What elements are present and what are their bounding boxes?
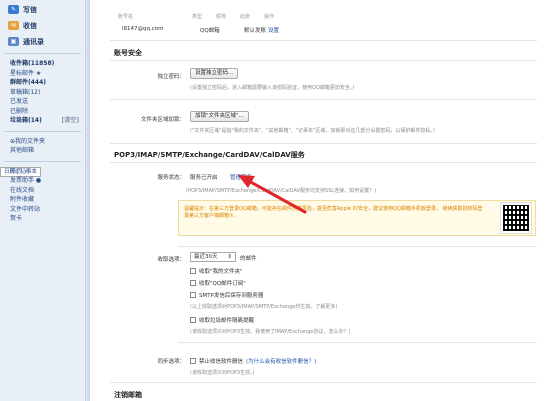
sidebar-item[interactable]: 垃圾箱(14) [清空] (0, 116, 85, 126)
sidebar-item-label: 贺卡 (10, 215, 23, 222)
divider (110, 382, 537, 383)
account-email: l8147@qq.com (122, 26, 164, 32)
sidebar-item[interactable]: 群邮件(444) (0, 78, 85, 88)
status-label: 服务状态： (157, 175, 185, 181)
folder-lock-button[interactable]: 加锁"文件夹区域"... (190, 111, 249, 122)
sync-note: (该收取选项只对POP3生效。) (190, 370, 255, 376)
sidebar-item[interactable]: 已删除 (0, 107, 85, 117)
envelope-icon: ✉ (8, 21, 19, 30)
divider (4, 160, 81, 162)
folder-lock-note: ("文件夹区域"是指"我的文件夹"、"其他邮箱"、"记事本"区域，加锁即对这几部… (190, 128, 435, 134)
col-default: 此账 (240, 14, 251, 20)
recv-suffix: 的邮件 (240, 256, 257, 262)
folder-lock-label: 文件夹区域加锁： (140, 117, 185, 123)
pwd-note: (设置独立密码后，进入邮箱需要输入该密码验证，使用QQ邮箱更加安全。) (190, 85, 355, 91)
sidebar-item[interactable]: 星标邮件 ★ (0, 69, 85, 79)
checkbox[interactable] (190, 268, 196, 274)
compose-button[interactable]: ✎ 写信 (8, 3, 81, 16)
pwd-label: 独立密码： (157, 74, 185, 80)
account-type: QQ邮箱 (200, 28, 220, 34)
sidebar-item[interactable]: 发票助手 ● (0, 176, 85, 186)
checkbox[interactable] (190, 292, 196, 298)
sidebar-item-label: 群邮件(444) (10, 79, 47, 86)
sidebar-item-label: 草稿箱(12) (10, 88, 41, 96)
sidebar-item-label: ⊕我的文件夹 (10, 137, 46, 145)
checkbox[interactable] (190, 280, 196, 286)
opt-my-folders[interactable]: 收取"我的文件夹" (190, 267, 243, 275)
pen-icon: ✎ (8, 5, 19, 14)
junk-note: (该收取选项只对POP3生效。我使用了IMAP/Exchange协议，怎么办？) (190, 329, 351, 335)
contacts-button[interactable]: ▣ 通讯录 (8, 35, 81, 48)
set-password-button[interactable]: 设置独立密码... (190, 68, 239, 79)
status-note: (POP3/IMAP/SMTP/Exchange/CardDAV/CalDAV服… (186, 188, 377, 194)
sidebar: ✎ 写信 ✉ 收信 ▣ 通讯录 收件箱(11858) 星标邮件 ★ 群邮件(444) 草稿箱… (0, 0, 86, 401)
sidebar-item-label: 已发送 (10, 98, 29, 105)
sidebar-item-label: 收件箱(11858) (10, 60, 55, 67)
accounts-header: 账号名 类型 昵称 此账 操作 (118, 13, 288, 20)
sidebar-item-label: 其他邮箱 (10, 147, 35, 154)
opt-junk[interactable]: 收取垃圾邮件隔离提醒 (190, 316, 254, 324)
opt-smtp-save[interactable]: SMTP发信后保存到服务器 (190, 291, 263, 299)
service-status: 服务已开启 (190, 175, 218, 181)
opt-qq-sub[interactable]: 收取"QQ邮件订阅" (190, 279, 246, 287)
logout-title: 注销邮箱 (114, 391, 142, 399)
sidebar-item[interactable]: 文件中转站 (0, 205, 85, 215)
sidebar-item-label: 发票助手 ● (10, 177, 42, 184)
manage-service-link[interactable]: 管理服务 (230, 173, 252, 181)
col-type: 类型 (192, 14, 203, 20)
divider (110, 40, 537, 41)
sidebar-item[interactable]: 已发送 (0, 97, 85, 107)
divider (4, 53, 81, 54)
qr-code (500, 202, 532, 234)
inbox-button[interactable]: ✉ 收信 (8, 19, 81, 32)
sidebar-item[interactable]: 草稿箱(12) (0, 88, 85, 98)
sidebar-item[interactable]: 附件收藏 (0, 195, 85, 205)
opts-note: (以上收取选项对POP3/IMAP/SMTP/Exchange均生效。了解更多) (190, 304, 338, 310)
opt-no-delete[interactable]: 禁止收信软件删信 (为什么会有收信软件删信？) (190, 357, 316, 365)
checkbox[interactable] (190, 317, 196, 323)
sidebar-item[interactable]: ⊕我的文件夹 (0, 137, 85, 147)
why-delete-link[interactable]: (为什么会有收信软件删信？) (246, 357, 316, 365)
sidebar-item[interactable]: 在线文档 (0, 186, 85, 196)
account-row: l8147@qq.com QQ邮箱 默认发账 设置 (118, 26, 279, 34)
sync-label: 同步选项： (157, 359, 185, 365)
sidebar-item-label: 在线文档 (10, 186, 35, 194)
recv-range-select[interactable]: 最近30天 ⇕ (190, 252, 236, 262)
sidebar-item[interactable]: 贺卡 (0, 214, 85, 224)
sidebar-item[interactable]: 简历 ✓ (0, 167, 85, 177)
sidebar-item[interactable]: 收件箱(11858) (0, 59, 85, 69)
sidebar-item-label: 文件中转站 (10, 205, 41, 213)
settings-panel: 账号名 类型 昵称 此账 操作 l8147@qq.com QQ邮箱 默认发账 设… (87, 0, 554, 401)
divider (178, 342, 537, 343)
divider (110, 143, 537, 144)
divider (110, 162, 537, 163)
warning-box: 温馨提示：在第三方登录QQ邮箱，可能存在邮件泄露风险，甚至危害Apple ID安… (178, 200, 536, 236)
col-account: 账号名 (118, 14, 134, 20)
divider (4, 130, 81, 132)
recv-label: 收取选项： (157, 257, 185, 263)
sidebar-item-label: 简历 ✓ (10, 167, 29, 175)
sidebar-item[interactable]: 其他邮箱 (0, 146, 85, 156)
recv-range-value: 最近30天 (194, 254, 218, 260)
divider (178, 246, 537, 247)
col-nick: 昵称 (216, 14, 227, 20)
account-settings-link[interactable]: 设置 (268, 26, 279, 34)
divider (110, 99, 537, 100)
sidebar-item-label: 垃圾箱(14) (10, 117, 42, 124)
col-action: 操作 (264, 14, 275, 20)
account-default: 默认发账 (244, 28, 267, 34)
warning-text: 温馨提示：在第三方登录QQ邮箱，可能存在邮件泄露风险，甚至危害Apple ID安… (184, 206, 483, 219)
empty-trash-link[interactable]: [清空] (62, 116, 80, 126)
sidebar-item-label: 星标邮件 ★ (10, 69, 42, 77)
sidebar-item-label: 已删除 (10, 107, 29, 115)
contacts-icon: ▣ (8, 37, 19, 46)
checkbox[interactable] (190, 358, 196, 364)
pop-title: POP3/IMAP/SMTP/Exchange/CardDAV/CalDAV服务 (114, 151, 305, 159)
divider (110, 60, 537, 61)
sidebar-item-label: 附件收藏 (10, 196, 35, 203)
chevron-down-icon: ⇕ (227, 254, 232, 260)
security-title: 账号安全 (114, 49, 142, 57)
